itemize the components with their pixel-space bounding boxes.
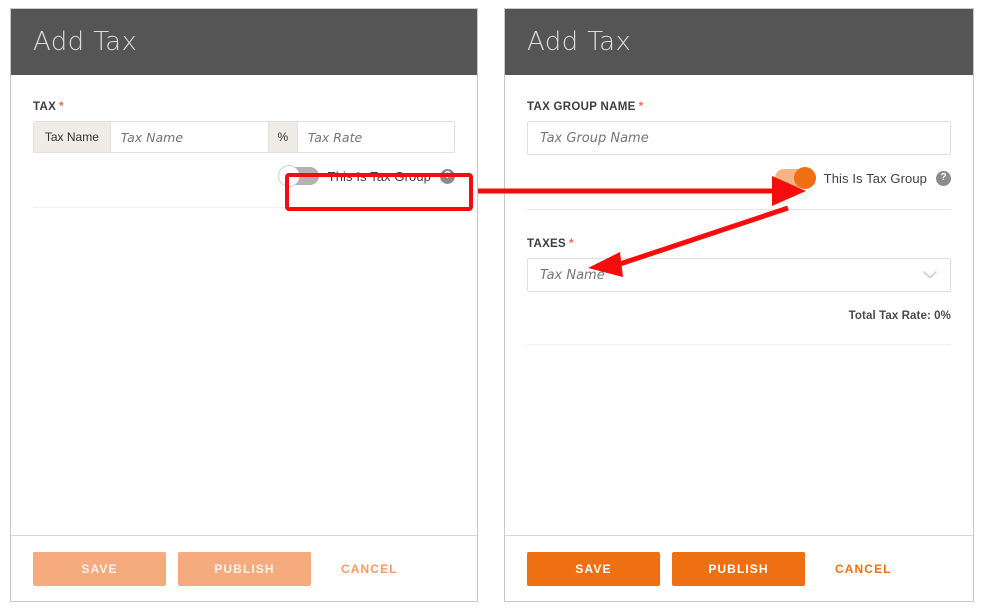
toggle-label: This Is Tax Group xyxy=(823,170,927,186)
dialog-footer-right: SAVE PUBLISH CANCEL xyxy=(505,535,973,601)
tax-field-label: TAX * xyxy=(33,99,455,113)
required-asterisk: * xyxy=(638,99,644,113)
dialog-header-left: Add Tax xyxy=(11,9,477,75)
toggle-knob xyxy=(793,167,816,189)
tax-rate-input[interactable] xyxy=(297,122,454,152)
save-button[interactable]: SAVE xyxy=(527,551,660,586)
save-button[interactable]: SAVE xyxy=(33,551,166,586)
tax-name-addon: Tax Name xyxy=(34,122,111,152)
dialog-body-right: TAX GROUP NAME * This Is Tax Group ? TAX… xyxy=(505,75,973,535)
taxes-select-input[interactable] xyxy=(527,258,951,292)
help-icon[interactable]: ? xyxy=(936,170,951,186)
page-title: Add Tax xyxy=(33,27,138,57)
tax-group-name-input[interactable] xyxy=(527,121,951,155)
section-divider-bottom xyxy=(527,344,951,345)
tax-group-name-label-text: TAX GROUP NAME xyxy=(527,101,636,113)
section-divider xyxy=(527,209,951,210)
publish-button[interactable]: PUBLISH xyxy=(672,551,805,586)
this-is-tax-group-toggle[interactable] xyxy=(774,167,816,189)
help-icon[interactable]: ? xyxy=(440,168,455,184)
taxes-select-wrapper xyxy=(527,258,951,292)
tax-group-name-label: TAX GROUP NAME * xyxy=(527,99,951,113)
cancel-button[interactable]: CANCEL xyxy=(817,562,892,576)
dialog-header-right: Add Tax xyxy=(505,9,973,75)
dialog-body-left: TAX * Tax Name % This Is Tax Group ? xyxy=(11,75,477,535)
percent-addon: % xyxy=(267,122,298,152)
taxes-field-label: TAXES * xyxy=(527,236,951,250)
required-asterisk: * xyxy=(569,236,574,250)
total-tax-rate: Total Tax Rate: 0% xyxy=(848,310,951,322)
tax-label-text: TAX xyxy=(33,101,57,113)
dialog-footer-left: SAVE PUBLISH CANCEL xyxy=(11,535,477,601)
page-title: Add Tax xyxy=(527,27,632,57)
tax-group-toggle-row-left: This Is Tax Group ? xyxy=(33,165,455,187)
screenshot-stage: Add Tax TAX * Tax Name % This Is Tax Gro… xyxy=(0,0,984,610)
tax-input-row: Tax Name % xyxy=(33,121,455,153)
add-tax-dialog-right: Add Tax TAX GROUP NAME * This Is Tax Gro… xyxy=(504,8,974,602)
tax-group-toggle-row-right: This Is Tax Group ? xyxy=(527,167,951,189)
this-is-tax-group-toggle[interactable] xyxy=(277,165,319,187)
toggle-knob xyxy=(277,165,300,187)
required-asterisk: * xyxy=(59,99,65,113)
toggle-label: This Is Tax Group xyxy=(327,168,431,184)
section-divider xyxy=(33,207,455,208)
tax-name-input[interactable] xyxy=(110,122,268,152)
add-tax-dialog-left: Add Tax TAX * Tax Name % This Is Tax Gro… xyxy=(10,8,478,602)
cancel-button[interactable]: CANCEL xyxy=(323,562,398,576)
publish-button[interactable]: PUBLISH xyxy=(178,551,311,586)
taxes-label-text: TAXES xyxy=(527,238,566,250)
